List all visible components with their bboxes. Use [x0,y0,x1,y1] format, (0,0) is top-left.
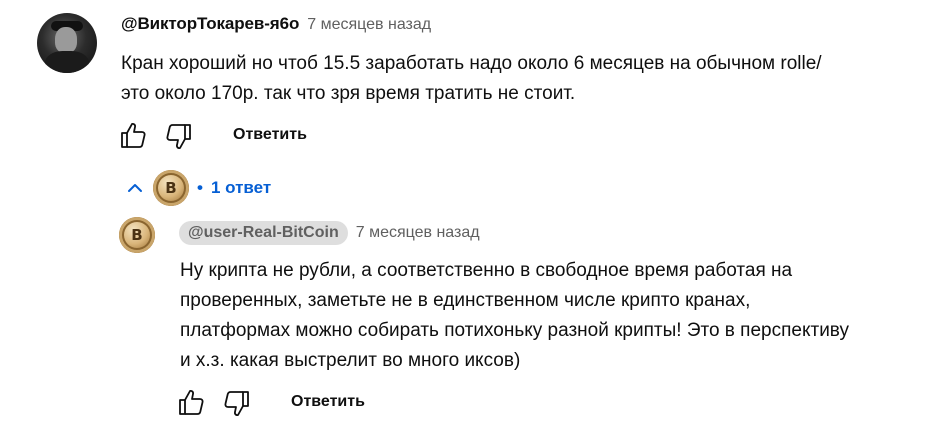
reply-button[interactable]: Ответить [233,126,307,144]
thumb-down-icon [166,124,191,149]
thumb-up-icon [121,123,146,148]
commenter-avatar[interactable] [37,13,97,73]
comment-author[interactable]: @ВикторТокарев-я6о [121,14,299,34]
reply-author-avatar-small: B [153,170,189,206]
replies-toggle[interactable]: B • 1 ответ [125,170,271,206]
reply-line: Ну крипта не рубли, а соответственно в с… [180,260,793,281]
thumb-up-icon [179,390,204,415]
reply-avatar[interactable]: B [119,217,155,253]
reply-author[interactable]: @user-Real-BitCoin [179,221,348,245]
thumb-down-icon [224,391,249,416]
reply-line: и х.з. какая выстрелит во много иксов) [180,350,521,371]
comment-line: Кран хороший но чтоб 15.5 заработать над… [121,53,822,74]
comment-body: Кран хороший но чтоб 15.5 заработать над… [121,49,822,109]
comment-timestamp[interactable]: 7 месяцев назад [307,16,431,34]
reply-line: платформах можно собирать потихоньку раз… [180,320,849,341]
reply-line: проверенных, заметьте не в единственном … [180,290,751,311]
reply-header: @user-Real-BitCoin 7 месяцев назад [179,221,480,245]
replies-count: 1 ответ [210,178,272,197]
chevron-up-icon [128,184,142,192]
reply-body: Ну крипта не рубли, а соответственно в с… [180,256,849,376]
replies-dot: • [197,178,203,197]
reply-like-button[interactable] [176,387,206,417]
dislike-button[interactable] [164,122,194,152]
reply-timestamp[interactable]: 7 месяцев назад [356,224,480,242]
reply-reply-button[interactable]: Ответить [291,393,365,411]
comment-line: это около 170р. так что зря время тратит… [121,83,576,104]
like-button[interactable] [118,120,148,150]
comment-header: @ВикторТокарев-я6о 7 месяцев назад [121,14,431,34]
reply-dislike-button[interactable] [222,389,252,419]
